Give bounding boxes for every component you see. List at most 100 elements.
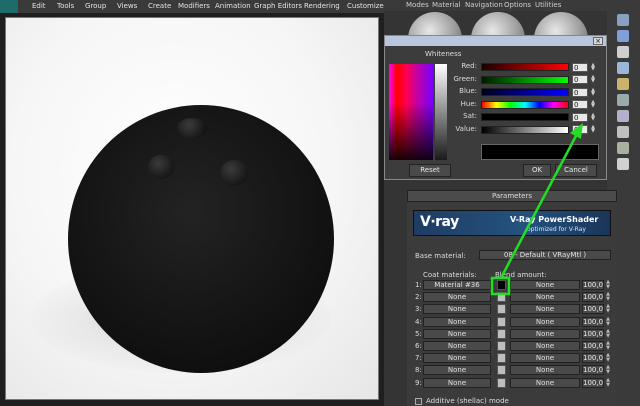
coat-material-button[interactable]: None: [423, 304, 491, 315]
menu-tools[interactable]: Tools: [57, 2, 74, 10]
blend-amount-spinner[interactable]: ▲ ▼: [605, 316, 611, 327]
blend-amount-input[interactable]: 100,0: [582, 280, 604, 290]
channel-value-input[interactable]: 0: [572, 125, 588, 134]
blend-amount-input[interactable]: 100,0: [582, 353, 604, 364]
pick-material-icon[interactable]: [617, 158, 629, 170]
make-preview-icon[interactable]: [617, 94, 629, 106]
blend-amount-input[interactable]: 100,0: [582, 316, 604, 327]
menu-edit[interactable]: Edit: [32, 2, 46, 10]
backlight-icon[interactable]: [617, 30, 629, 42]
channel-slider[interactable]: [481, 113, 569, 121]
whiteness-slider[interactable]: [435, 64, 447, 160]
menu-rendering[interactable]: Rendering: [304, 2, 340, 10]
channel-spinner[interactable]: ▲ ▼: [590, 87, 596, 97]
ok-button[interactable]: OK: [523, 164, 551, 177]
viewport[interactable]: [0, 13, 384, 406]
blend-amount-spinner[interactable]: ▲ ▼: [605, 365, 611, 375]
coat-enable-checkbox[interactable]: [497, 341, 506, 351]
blend-map-button[interactable]: None: [510, 292, 580, 303]
uv-tiling-icon[interactable]: [617, 62, 629, 74]
blend-map-button[interactable]: None: [510, 377, 580, 388]
channel-value-input[interactable]: 0: [572, 100, 588, 109]
coat-enable-checkbox[interactable]: [497, 292, 506, 303]
coat-index: 1:: [415, 281, 422, 289]
blend-map-button[interactable]: None: [510, 341, 580, 351]
blend-map-button[interactable]: None: [510, 316, 580, 327]
material-navigator-icon[interactable]: [617, 142, 629, 154]
base-material-button[interactable]: 08 - Default ( VRayMtl ): [479, 250, 611, 260]
blend-map-button[interactable]: None: [510, 328, 580, 339]
coat-enable-checkbox[interactable]: [497, 328, 506, 339]
reset-button[interactable]: Reset: [409, 164, 451, 177]
channel-slider[interactable]: [481, 63, 569, 71]
app-logo-icon[interactable]: [0, 0, 18, 13]
blend-amount-spinner[interactable]: ▲ ▼: [605, 377, 611, 388]
blend-amount-spinner[interactable]: ▲ ▼: [605, 328, 611, 339]
cancel-button[interactable]: Cancel: [555, 164, 597, 177]
menu-animation[interactable]: Animation: [215, 2, 251, 10]
menu-modifiers[interactable]: Modifiers: [178, 2, 210, 10]
blend-amount-spinner[interactable]: ▲ ▼: [605, 304, 611, 314]
coat-material-button[interactable]: None: [423, 353, 491, 364]
coat-enable-checkbox[interactable]: [497, 377, 506, 388]
coat-material-button[interactable]: None: [423, 365, 491, 376]
blend-map-button[interactable]: None: [510, 304, 580, 315]
channel-value-input[interactable]: 0: [572, 62, 588, 72]
blend-amount-input[interactable]: 100,0: [582, 328, 604, 339]
coat-material-button[interactable]: None: [423, 292, 491, 303]
blend-map-button[interactable]: None: [510, 365, 580, 376]
dialog-title-bar[interactable]: [385, 36, 606, 46]
coat-index: 9:: [415, 378, 422, 387]
menu-views[interactable]: Views: [117, 2, 137, 10]
blend-amount-input[interactable]: 100,0: [582, 365, 604, 376]
blend-amount-input[interactable]: 100,0: [582, 304, 604, 315]
coat-material-button[interactable]: Material #36: [423, 280, 491, 290]
coat-enable-checkbox[interactable]: [497, 280, 506, 290]
select-by-material-icon[interactable]: [617, 126, 629, 138]
coat-enable-checkbox[interactable]: [497, 304, 506, 315]
options-icon[interactable]: [617, 110, 629, 122]
coat-material-button[interactable]: None: [423, 328, 491, 339]
hue-picker[interactable]: [389, 64, 433, 160]
channel-value-input[interactable]: 0: [572, 75, 588, 84]
coat-enable-checkbox[interactable]: [497, 365, 506, 376]
coat-material-button[interactable]: None: [423, 316, 491, 327]
blend-map-button[interactable]: None: [510, 280, 580, 290]
channel-value-input[interactable]: 0: [572, 112, 588, 122]
channel-value-input[interactable]: 0: [572, 87, 588, 97]
menu-create[interactable]: Create: [148, 2, 171, 10]
channel-slider[interactable]: [481, 100, 569, 109]
rollout-header[interactable]: Parameters: [407, 190, 617, 202]
coat-material-button[interactable]: None: [423, 377, 491, 388]
additive-checkbox[interactable]: [415, 398, 422, 405]
video-check-icon[interactable]: [617, 78, 629, 90]
channel-spinner[interactable]: ▲ ▼: [590, 62, 596, 72]
background-icon[interactable]: [617, 46, 629, 58]
channel-spinner[interactable]: ▲ ▼: [590, 112, 596, 122]
blend-amount-spinner[interactable]: ▲ ▼: [605, 280, 611, 290]
channel-spinner[interactable]: ▲ ▼: [590, 100, 596, 109]
coat-material-button[interactable]: None: [423, 341, 491, 351]
vray-banner: V·ray V-Ray PowerShader optimized for V-…: [413, 210, 611, 236]
banner-subtitle: optimized for V-Ray: [527, 226, 586, 233]
coat-enable-checkbox[interactable]: [497, 353, 506, 364]
blend-map-button[interactable]: None: [510, 353, 580, 364]
channel-slider[interactable]: [481, 125, 569, 134]
blend-amount-spinner[interactable]: ▲ ▼: [605, 341, 611, 351]
channel-spinner[interactable]: ▲ ▼: [590, 125, 596, 134]
blend-amount-input[interactable]: 100,0: [582, 377, 604, 388]
blend-amount-input[interactable]: 100,0: [582, 341, 604, 351]
channel-slider[interactable]: [481, 88, 569, 96]
close-button[interactable]: ×: [593, 37, 603, 45]
blend-amount-spinner[interactable]: ▲ ▼: [605, 292, 611, 302]
menu-group[interactable]: Group: [85, 2, 106, 10]
sample-type-icon[interactable]: [617, 14, 629, 26]
blend-amount-spinner[interactable]: ▲ ▼: [605, 353, 611, 363]
blend-amount-input[interactable]: 100,0: [582, 292, 604, 303]
channel-slider[interactable]: [481, 75, 569, 84]
menu-customize[interactable]: Customize: [347, 2, 384, 10]
coat-enable-checkbox[interactable]: [497, 316, 506, 327]
channel-spinner[interactable]: ▲ ▼: [590, 75, 596, 84]
coat-materials-header: Coat materials:: [423, 271, 477, 279]
menu-graph-editors[interactable]: Graph Editors: [254, 2, 302, 10]
